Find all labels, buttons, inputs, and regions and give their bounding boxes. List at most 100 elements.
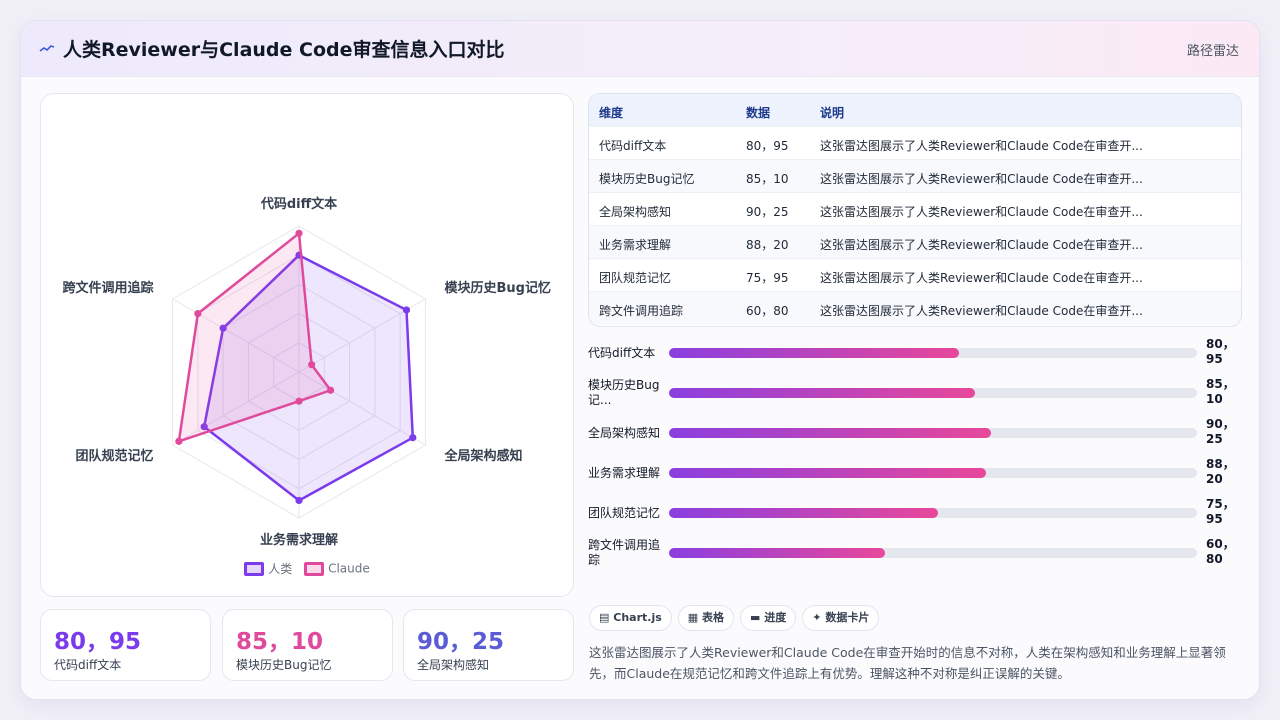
stat-value: 80，95 — [54, 629, 142, 655]
cell-data: 80，95 — [746, 139, 789, 153]
chip-chartjs[interactable]: ▤ Chart.js — [589, 605, 672, 631]
table-row[interactable]: 全局架构感知 90，25 这张雷达图展示了人类Reviewer和Claude C… — [589, 193, 1241, 226]
progress-value: 85，10 — [1206, 377, 1235, 406]
chip-progress[interactable]: ▬ 进度 — [740, 605, 797, 631]
cell-note: 这张雷达图展示了人类Reviewer和Claude Code在审查开... — [820, 172, 1143, 186]
stat-label: 代码diff文本 — [54, 658, 122, 672]
radar-chart-card: 代码diff文本 模块历史Bug记忆 全局架构感知 业务需求理解 团队规范记忆 跨文件调用… — [40, 93, 574, 597]
table-header-row: 维度 数据 说明 — [589, 94, 1241, 127]
tag-chips: ▤ Chart.js ▦ 表格 ▬ 进度 ✦ 数据卡片 — [589, 605, 885, 631]
radar-point — [327, 386, 335, 394]
progress-row: 业务需求理解 88，20 — [588, 457, 1248, 497]
radar-point — [308, 361, 316, 369]
cell-data: 90，25 — [746, 205, 789, 219]
header: 人类Reviewer与Claude Code审查信息入口对比 路径雷达 — [21, 21, 1259, 77]
progress-fill — [669, 468, 986, 478]
data-table: 维度 数据 说明 代码diff文本 80，95 这张雷达图展示了人类Review… — [588, 93, 1242, 327]
main-panel: 人类Reviewer与Claude Code审查信息入口对比 路径雷达 代码di… — [20, 20, 1260, 700]
legend-swatch-claude — [304, 561, 325, 576]
legend-label-human: 人类 — [268, 562, 293, 576]
radar-point — [175, 437, 183, 445]
progress-row: 全局架构感知 90，25 — [588, 417, 1248, 457]
legend-swatch-human — [244, 561, 265, 576]
progress-label: 业务需求理解 — [588, 466, 661, 480]
cell-data: 60，80 — [746, 304, 789, 318]
cell-note: 这张雷达图展示了人类Reviewer和Claude Code在审查开... — [820, 271, 1143, 285]
progress-row: 模块历史Bug记... 85，10 — [588, 377, 1248, 417]
progress-label: 全局架构感知 — [588, 426, 661, 440]
radar-point — [194, 310, 202, 318]
cell-data: 75，95 — [746, 271, 789, 285]
cell-note: 这张雷达图展示了人类Reviewer和Claude Code在审查开... — [820, 238, 1143, 252]
progress-value: 80，95 — [1206, 337, 1235, 366]
radar-point — [295, 496, 303, 505]
chip-table[interactable]: ▦ 表格 — [677, 605, 735, 631]
progress-label: 跨文件调用追踪 — [588, 538, 661, 567]
table-row[interactable]: 跨文件调用追踪 60，80 这张雷达图展示了人类Reviewer和Claude … — [589, 292, 1241, 325]
legend-item-human[interactable]: 人类 — [244, 560, 292, 577]
chip-data-card[interactable]: ✦ 数据卡片 — [802, 605, 880, 631]
progress-track — [669, 428, 1197, 438]
progress-label: 模块历史Bug记... — [588, 378, 660, 407]
wave-icon — [39, 45, 55, 52]
cell-note: 这张雷达图展示了人类Reviewer和Claude Code在审查开... — [820, 205, 1143, 219]
chip-label: 数据卡片 — [825, 611, 870, 624]
radar-axis-label: 代码diff文本 — [260, 196, 337, 212]
table-icon: ▦ — [687, 611, 699, 624]
card-icon: ✦ — [812, 611, 822, 624]
radar-chart: 代码diff文本模块历史Bug记忆全局架构感知业务需求理解 团队规范记忆 跨文件调用… — [62, 196, 550, 548]
cell-dimension: 代码diff文本 — [599, 139, 667, 153]
column-header-note: 说明 — [820, 106, 845, 120]
progress-label: 团队规范记忆 — [588, 506, 661, 520]
cell-data: 85，10 — [746, 172, 789, 186]
stat-card-diff: 80，95 代码diff文本 — [40, 609, 211, 681]
radar-point — [409, 434, 417, 442]
header-path-radar-link[interactable]: 路径雷达 — [1187, 40, 1239, 59]
cell-dimension: 模块历史Bug记忆 — [599, 172, 695, 186]
stat-label: 模块历史Bug记忆 — [236, 658, 332, 672]
legend-label-claude: Claude — [328, 561, 370, 576]
radar-point — [295, 229, 303, 237]
chip-label: 进度 — [764, 611, 787, 624]
stat-value: 90，25 — [417, 629, 505, 655]
radar-axis-label: 模块历史Bug记忆 — [444, 280, 550, 296]
progress-fill — [669, 508, 939, 518]
column-header-data: 数据 — [746, 106, 771, 120]
legend-item-claude[interactable]: Claude — [304, 561, 370, 576]
table-row[interactable]: 代码diff文本 80，95 这张雷达图展示了人类Reviewer和Claude… — [589, 127, 1241, 160]
progress-row: 代码diff文本 80，95 — [588, 337, 1248, 377]
stat-label: 全局架构感知 — [417, 658, 490, 672]
page-title: 人类Reviewer与Claude Code审查信息入口对比 — [63, 39, 505, 61]
stat-value: 85，10 — [236, 629, 324, 655]
stat-card-bug-memory: 85，10 模块历史Bug记忆 — [222, 609, 393, 681]
table-row[interactable]: 团队规范记忆 75，95 这张雷达图展示了人类Reviewer和Claude C… — [589, 259, 1241, 292]
cell-dimension: 业务需求理解 — [599, 238, 672, 252]
cell-dimension: 跨文件调用追踪 — [599, 304, 684, 318]
progress-track — [669, 548, 1197, 558]
progress-label: 代码diff文本 — [588, 346, 656, 360]
radar-axis-label: 跨文件调用追踪 — [62, 280, 153, 296]
table-row[interactable]: 模块历史Bug记忆 85，10 这张雷达图展示了人类Reviewer和Claud… — [589, 160, 1241, 193]
progress-value: 90，25 — [1206, 417, 1235, 446]
progress-row: 团队规范记忆 75，95 — [588, 497, 1248, 537]
progress-track — [669, 388, 1197, 398]
progress-track — [669, 508, 1197, 518]
progress-value: 60，80 — [1206, 537, 1235, 566]
radar-point — [402, 306, 411, 314]
cell-dimension: 团队规范记忆 — [599, 271, 672, 285]
cell-note: 这张雷达图展示了人类Reviewer和Claude Code在审查开... — [820, 304, 1143, 318]
cell-data: 88，20 — [746, 238, 789, 252]
progress-list: 代码diff文本 80，95 模块历史Bug记... 85，10 全局架构感知 … — [588, 337, 1248, 573]
progress-track — [669, 468, 1197, 478]
chart-legend: 人类 Claude — [41, 560, 573, 577]
radar-axis-label: 团队规范记忆 — [75, 448, 153, 464]
progress-value: 75，95 — [1206, 497, 1235, 526]
cell-note: 这张雷达图展示了人类Reviewer和Claude Code在审查开... — [820, 139, 1143, 153]
progress-fill — [669, 388, 976, 398]
progress-track — [669, 348, 1197, 358]
progress-row: 跨文件调用追踪 60，80 — [588, 537, 1248, 577]
radar-point — [295, 397, 303, 405]
radar-axis-label: 全局架构感知 — [443, 448, 522, 464]
table-row[interactable]: 业务需求理解 88，20 这张雷达图展示了人类Reviewer和Claude C… — [589, 226, 1241, 259]
chip-label: 表格 — [702, 611, 725, 624]
